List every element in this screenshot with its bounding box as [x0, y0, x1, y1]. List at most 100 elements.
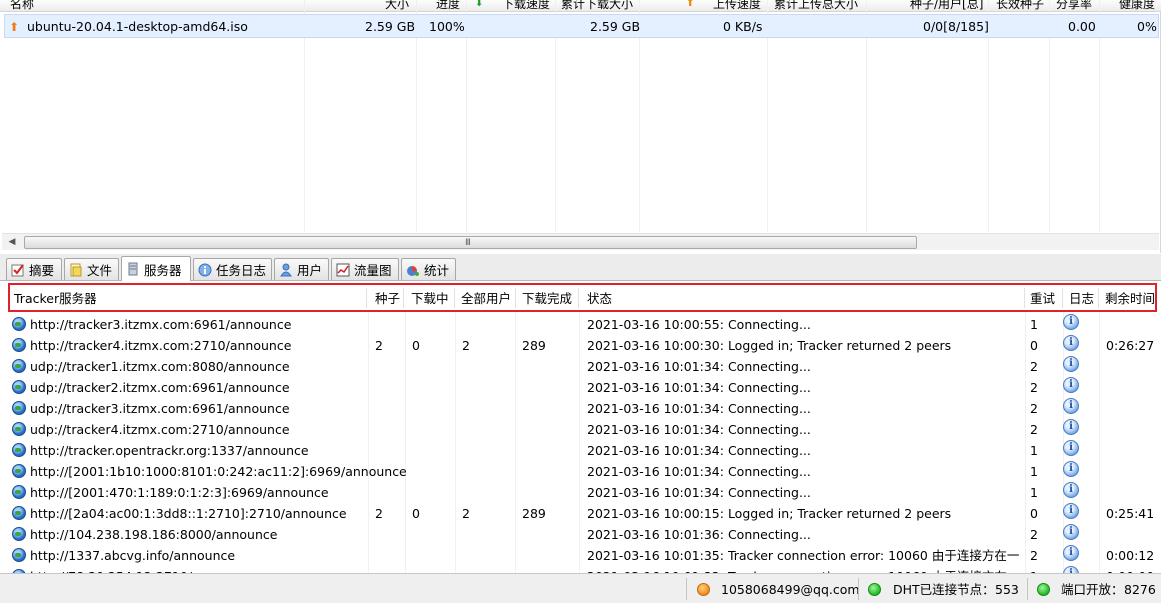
- log-info-icon[interactable]: i: [1063, 314, 1079, 330]
- log-info-icon[interactable]: i: [1063, 503, 1079, 519]
- tracker-row[interactable]: http://tracker3.itzmx.com:6961/announce 2…: [10, 314, 1160, 335]
- log-info-icon[interactable]: i: [1063, 545, 1079, 561]
- tracker-row[interactable]: udp://tracker3.itzmx.com:6961/announce 20…: [10, 398, 1160, 419]
- col-size[interactable]: 大小: [385, 0, 409, 11]
- tracker-row[interactable]: http://tracker4.itzmx.com:2710/announce 2…: [10, 335, 1160, 356]
- tracker-remaining: 0:25:41: [1106, 506, 1155, 521]
- task-health: 0%: [1137, 19, 1157, 34]
- tab-label: 用户: [297, 263, 323, 278]
- globe-icon: [12, 464, 26, 478]
- tracker-row[interactable]: udp://tracker2.itzmx.com:6961/announce 20…: [10, 377, 1160, 398]
- col-downloading[interactable]: 下载中: [411, 290, 449, 308]
- col-progress[interactable]: 进度: [436, 0, 460, 11]
- user-icon: [279, 263, 293, 277]
- col-health[interactable]: 健康度: [1119, 0, 1155, 11]
- status-bar: 1058068499@qq.com DHT已连接节点： 553 端口开放： 82…: [0, 573, 1161, 603]
- tracker-url: http://104.238.198.186:8000/announce: [30, 527, 278, 542]
- tracker-retry: 2: [1030, 527, 1038, 542]
- log-info-icon[interactable]: i: [1063, 419, 1079, 435]
- tracker-url: http://[2001:1b10:1000:8101:0:242:ac11:2…: [30, 464, 407, 479]
- col-retry[interactable]: 重试: [1030, 290, 1055, 308]
- col-all-peers[interactable]: 全部用户: [461, 290, 511, 308]
- tab-users[interactable]: 用户: [274, 258, 329, 280]
- tracker-url: http://[2001:470:1:189:0:1:2:3]:6969/ann…: [30, 485, 329, 500]
- divider: [1098, 288, 1099, 308]
- chart-icon: [336, 263, 350, 277]
- log-info-icon[interactable]: i: [1063, 461, 1079, 477]
- tracker-row[interactable]: http://[2001:1b10:1000:8101:0:242:ac11:2…: [10, 461, 1160, 482]
- account-label[interactable]: 1058068499@qq.com: [721, 581, 860, 599]
- log-info-icon[interactable]: i: [1063, 524, 1079, 540]
- scroll-left-icon[interactable]: ◀: [6, 236, 18, 248]
- col-downloaded[interactable]: 累计下载大小: [561, 0, 633, 11]
- task-downloaded: 2.59 GB: [590, 19, 641, 34]
- tracker-retry: 2: [1030, 380, 1038, 395]
- divider: [454, 288, 455, 308]
- log-info-icon[interactable]: i: [1063, 398, 1079, 414]
- log-info-icon[interactable]: i: [1063, 356, 1079, 372]
- tab-servers[interactable]: 服务器: [121, 256, 191, 281]
- tab-label: 统计: [424, 263, 450, 278]
- tracker-row[interactable]: udp://tracker1.itzmx.com:8080/announce 20…: [10, 356, 1160, 377]
- log-info-icon[interactable]: i: [1063, 482, 1079, 498]
- col-upload-speed[interactable]: 上传速度: [713, 0, 761, 11]
- tab-traffic-chart[interactable]: 流量图: [331, 258, 399, 280]
- tracker-row[interactable]: udp://tracker4.itzmx.com:2710/announce 20…: [10, 419, 1160, 440]
- col-seeds[interactable]: 种子: [375, 290, 400, 308]
- col-uploaded[interactable]: 累计上传总大小: [774, 0, 858, 11]
- tab-label: 文件: [87, 263, 113, 278]
- tracker-panel: Tracker服务器 种子 下载中 全部用户 下载完成 状态 重试 日志 剩余时…: [0, 281, 1161, 573]
- globe-icon: [12, 443, 26, 457]
- tab-task-log[interactable]: 任务日志: [193, 258, 272, 280]
- tracker-retry: 1: [1030, 464, 1038, 479]
- tab-files[interactable]: 文件: [64, 258, 119, 280]
- tracker-peers: 2: [462, 338, 470, 353]
- app-window: 名称 大小 进度 ⬇ 下载速度 累计下载大小 ⬆ 上传速度 累计上传总大小 种子…: [0, 0, 1161, 603]
- tracker-row[interactable]: http://[2a04:ac00:1:3dd8::1:2710]:2710/a…: [10, 503, 1160, 524]
- col-tracker-server[interactable]: Tracker服务器: [14, 290, 97, 308]
- col-long-seeds[interactable]: 长效种子: [996, 0, 1044, 11]
- upload-arrow-icon: ⬆: [686, 0, 695, 9]
- tracker-status: 2021-03-16 10:01:34: Connecting...: [587, 359, 811, 374]
- col-status[interactable]: 状态: [587, 290, 612, 308]
- log-info-icon[interactable]: i: [1063, 335, 1079, 351]
- divider: [578, 288, 579, 308]
- tab-statistics[interactable]: 统计: [401, 258, 456, 280]
- dht-count: 553: [995, 582, 1019, 597]
- tracker-status: 2021-03-16 10:01:36: Connecting...: [587, 527, 811, 542]
- tracker-status: 2021-03-16 10:01:34: Connecting...: [587, 422, 811, 437]
- scroll-thumb[interactable]: III: [24, 236, 917, 249]
- tracker-row[interactable]: http://[2001:470:1:189:0:1:2:3]:6969/ann…: [10, 482, 1160, 503]
- tracker-downloading: 0: [412, 338, 420, 353]
- tracker-row[interactable]: http://104.238.198.186:8000/announce 2021…: [10, 524, 1160, 545]
- tracker-url: udp://tracker3.itzmx.com:6961/announce: [30, 401, 290, 416]
- col-name[interactable]: 名称: [10, 0, 34, 11]
- task-list-header: 名称 大小 进度 ⬇ 下载速度 累计下载大小 ⬆ 上传速度 累计上传总大小 种子…: [0, 0, 1161, 12]
- tracker-row[interactable]: http://tracker.opentrackr.org:1337/annou…: [10, 440, 1160, 461]
- col-remaining[interactable]: 剩余时间: [1105, 290, 1155, 308]
- log-info-icon[interactable]: i: [1063, 566, 1079, 573]
- tracker-retry: 2: [1030, 401, 1038, 416]
- log-info-icon[interactable]: i: [1063, 440, 1079, 456]
- col-download-speed[interactable]: 下载速度: [502, 0, 550, 11]
- folder-icon: [69, 263, 83, 277]
- globe-icon: [12, 401, 26, 415]
- col-completed[interactable]: 下载完成: [522, 290, 572, 308]
- tracker-retry: 0: [1030, 338, 1038, 353]
- qq-account-icon: [697, 583, 710, 596]
- task-row[interactable]: ⬆ ubuntu-20.04.1-desktop-amd64.iso 2.59 …: [4, 14, 1159, 38]
- tab-summary[interactable]: 摘要: [6, 258, 62, 280]
- col-log[interactable]: 日志: [1069, 290, 1094, 308]
- horizontal-scrollbar[interactable]: ◀ III: [2, 233, 1159, 250]
- col-ratio[interactable]: 分享率: [1056, 0, 1092, 11]
- tab-label: 流量图: [354, 263, 392, 278]
- tracker-status: 2021-03-16 10:00:15: Logged in; Tracker …: [587, 506, 952, 521]
- log-info-icon[interactable]: i: [1063, 377, 1079, 393]
- tracker-row[interactable]: http://78.30.254.12:2710/announce2021-03…: [10, 566, 1160, 573]
- col-seeds-peers[interactable]: 种子/用户[总]: [910, 0, 983, 11]
- tracker-row[interactable]: http://1337.abcvg.info/announce 2021-03-1…: [10, 545, 1160, 566]
- task-upload-speed: 0 KB/s: [723, 19, 763, 34]
- globe-icon: [12, 380, 26, 394]
- tracker-url: http://tracker4.itzmx.com:2710/announce: [30, 338, 292, 353]
- upload-status-icon: ⬆: [9, 20, 20, 34]
